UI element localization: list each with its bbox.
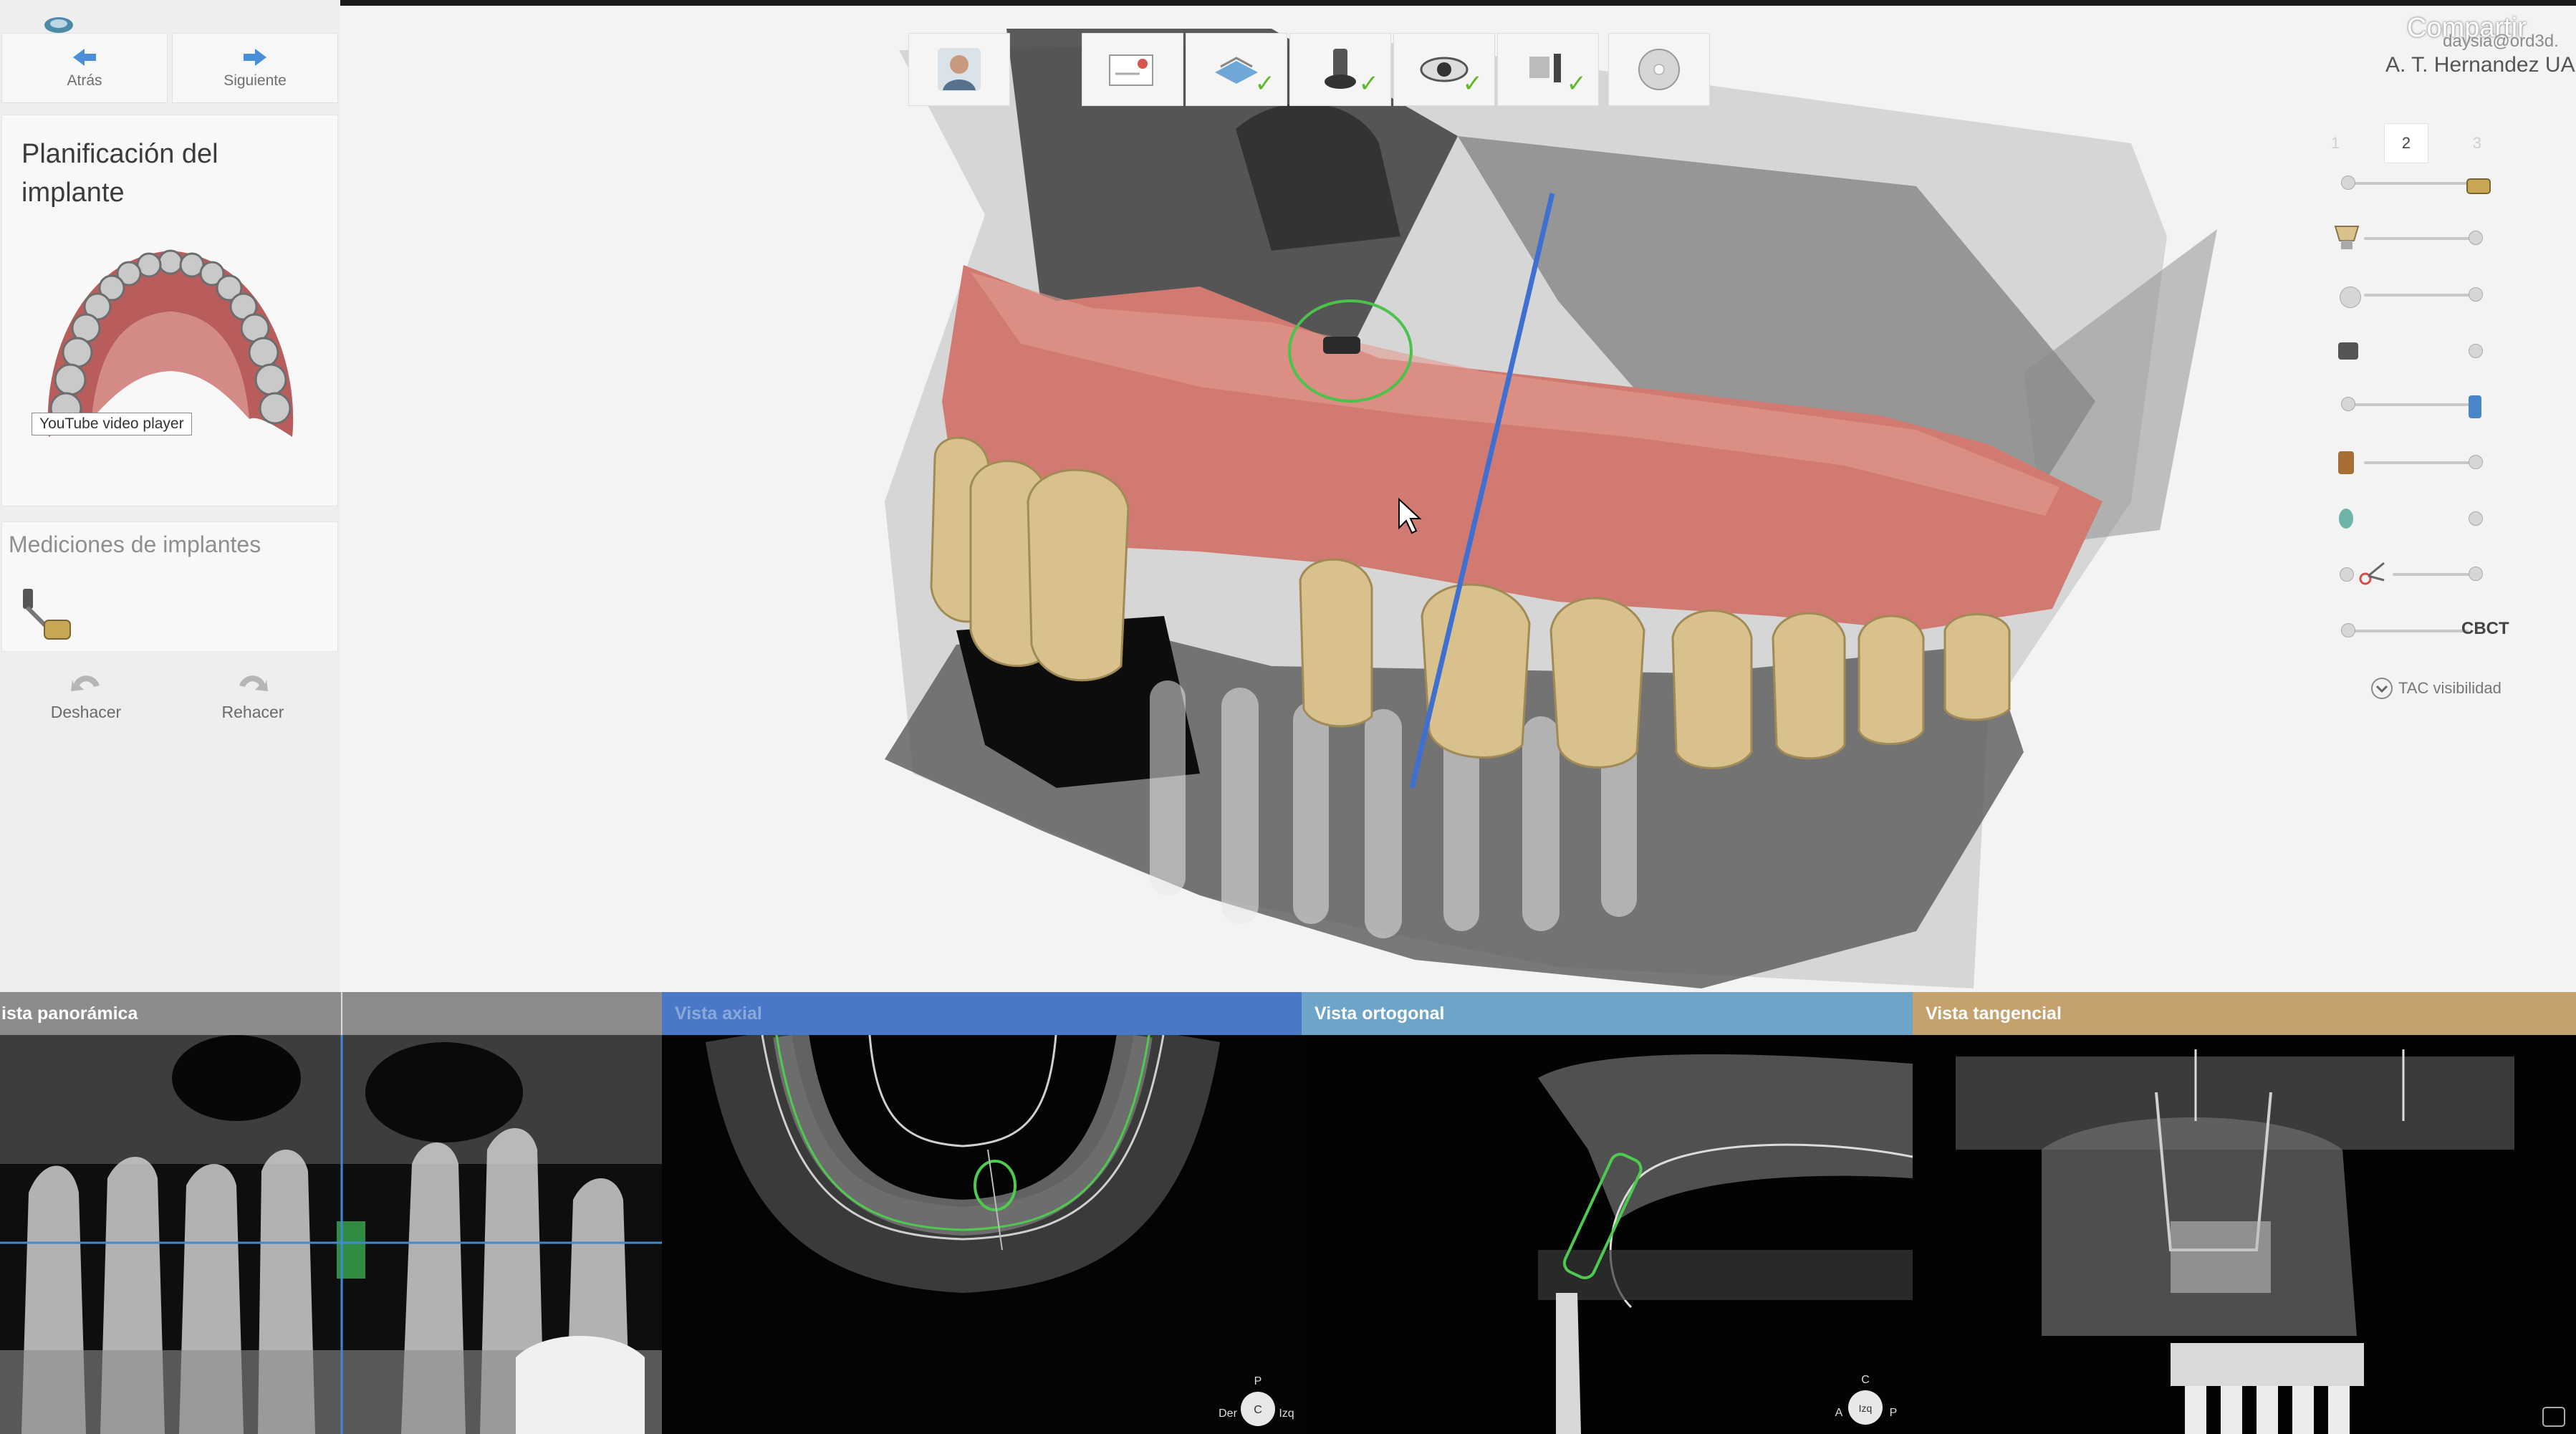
slider-knob[interactable]: [2469, 231, 2483, 245]
page-title: Planificación del implante: [21, 139, 218, 208]
orthogonal-view[interactable]: C A Izq P: [1302, 1035, 1913, 1434]
user-email: daysia@ord3d.: [2443, 32, 2559, 51]
redo-button[interactable]: Rehacer: [196, 670, 310, 722]
scissors-icon: [2359, 562, 2385, 585]
guide-tool-button[interactable]: ✓: [1497, 33, 1599, 106]
next-label: Siguiente: [224, 72, 287, 89]
panoramic-view-header: ista panorámica: [0, 992, 662, 1035]
disc-icon: [1638, 49, 1680, 90]
patient-icon: [938, 48, 981, 91]
visibility-slider-2[interactable]: [2364, 237, 2479, 240]
slider-knob[interactable]: [2469, 455, 2483, 469]
step-tabs: 1 2 3: [2331, 122, 2481, 165]
axial-view-header: Vista axial: [662, 992, 1302, 1035]
slider-knob[interactable]: [2341, 397, 2355, 411]
crown-visibility-icon: [2334, 226, 2360, 249]
step-tab-3[interactable]: 3: [2473, 134, 2481, 153]
nerve-icon: [2339, 509, 2353, 529]
view-tool-button[interactable]: ✓: [1393, 33, 1495, 106]
scan-import-tool-button[interactable]: ✓: [1186, 33, 1287, 106]
measurements-title: Mediciones de implantes: [9, 531, 261, 557]
implant-body-icon: [2469, 395, 2481, 418]
3d-viewport[interactable]: [340, 0, 2576, 992]
implant-measure-icon[interactable]: [19, 586, 76, 643]
step-complete-check-icon: ✓: [1254, 70, 1276, 97]
orthogonal-view-title: Vista ortogonal: [1315, 1003, 1445, 1024]
tangential-view[interactable]: [1913, 1035, 2576, 1434]
prescription-icon: [1109, 54, 1153, 86]
step-complete-check-icon: ✓: [1566, 70, 1587, 97]
user-name: A. T. Hernandez UA: [2385, 53, 2575, 77]
slider-knob[interactable]: [2469, 287, 2483, 302]
nerve-toggle[interactable]: [2469, 511, 2483, 526]
visibility-slider-4[interactable]: [2347, 403, 2476, 406]
slider-knob[interactable]: [2469, 567, 2483, 581]
undo-button[interactable]: Deshacer: [29, 670, 143, 722]
panoramic-view[interactable]: [0, 1035, 662, 1434]
implant-icon: [1325, 49, 1356, 89]
implant-head[interactable]: [1323, 337, 1360, 354]
implant-tool-button[interactable]: ✓: [1289, 33, 1391, 106]
crown-cross-section: [2171, 1343, 2364, 1386]
orthogonal-view-header: Vista ortogonal: [1302, 992, 1913, 1035]
gingiva-visibility-icon: [2340, 287, 2361, 308]
tangential-view-title: Vista tangencial: [1926, 1003, 2062, 1024]
cut-toggle[interactable]: [2340, 567, 2354, 582]
visibility-slider-3[interactable]: [2364, 294, 2479, 297]
tac-visibility-toggle[interactable]: TAC visibilidad: [2370, 676, 2501, 701]
sleeve-icon: [2338, 342, 2358, 360]
step-complete-check-icon: ✓: [1358, 70, 1380, 97]
back-label: Atrás: [67, 72, 102, 89]
next-arrow-icon: [244, 49, 266, 66]
cbct-label: CBCT: [2461, 619, 2509, 638]
axial-view[interactable]: P Der C Izq: [662, 1035, 1302, 1434]
tangential-view-header: Vista tangencial: [1913, 992, 2576, 1035]
step-complete-check-icon: ✓: [1462, 70, 1484, 97]
step-tab-2[interactable]: 2: [2383, 123, 2429, 163]
visibility-slider-6[interactable]: [2393, 573, 2479, 576]
ortho-orient-top: C: [1861, 1374, 1870, 1386]
undo-icon: [71, 675, 100, 691]
undo-label: Deshacer: [50, 703, 122, 721]
step-tab-1[interactable]: 1: [2331, 134, 2340, 153]
axial-view-title: Vista axial: [675, 1003, 762, 1024]
slider-knob[interactable]: [2341, 175, 2355, 190]
cbct-slider[interactable]: [2347, 630, 2469, 632]
next-button[interactable]: Siguiente: [172, 33, 338, 103]
tac-visibility-label: TAC visibilidad: [2398, 679, 2501, 697]
video-tooltip: YouTube video player: [32, 413, 192, 436]
back-arrow-icon: [73, 49, 96, 66]
bone-icon: [2338, 451, 2354, 474]
slider-knob[interactable]: [2341, 623, 2355, 637]
ortho-orient-center: Izq: [1859, 1402, 1873, 1414]
visibility-slider-5[interactable]: [2364, 461, 2479, 464]
panoramic-view-title: ista panorámica: [1, 1003, 138, 1024]
sleeve-toggle[interactable]: [2469, 344, 2483, 358]
axial-orient-center: C: [1254, 1404, 1262, 1416]
chevron-down-icon: [2371, 678, 2393, 699]
redo-icon: [239, 675, 268, 691]
patient-tool-button[interactable]: [908, 33, 1010, 106]
visibility-slider-1[interactable]: [2347, 182, 2476, 185]
ortho-orient-right: P: [1890, 1407, 1898, 1419]
redo-label: Rehacer: [221, 703, 284, 721]
export-tool-button[interactable]: [1608, 33, 1710, 106]
prescription-tool-button[interactable]: [1082, 33, 1183, 106]
abutment-icon: [2466, 178, 2491, 194]
ortho-orient-left: A: [1835, 1407, 1843, 1419]
axial-orient-top: P: [1254, 1375, 1262, 1387]
axial-orient-right: Izq: [1279, 1407, 1294, 1420]
axial-orient-left: Der: [1219, 1407, 1237, 1420]
back-button[interactable]: Atrás: [1, 33, 168, 103]
